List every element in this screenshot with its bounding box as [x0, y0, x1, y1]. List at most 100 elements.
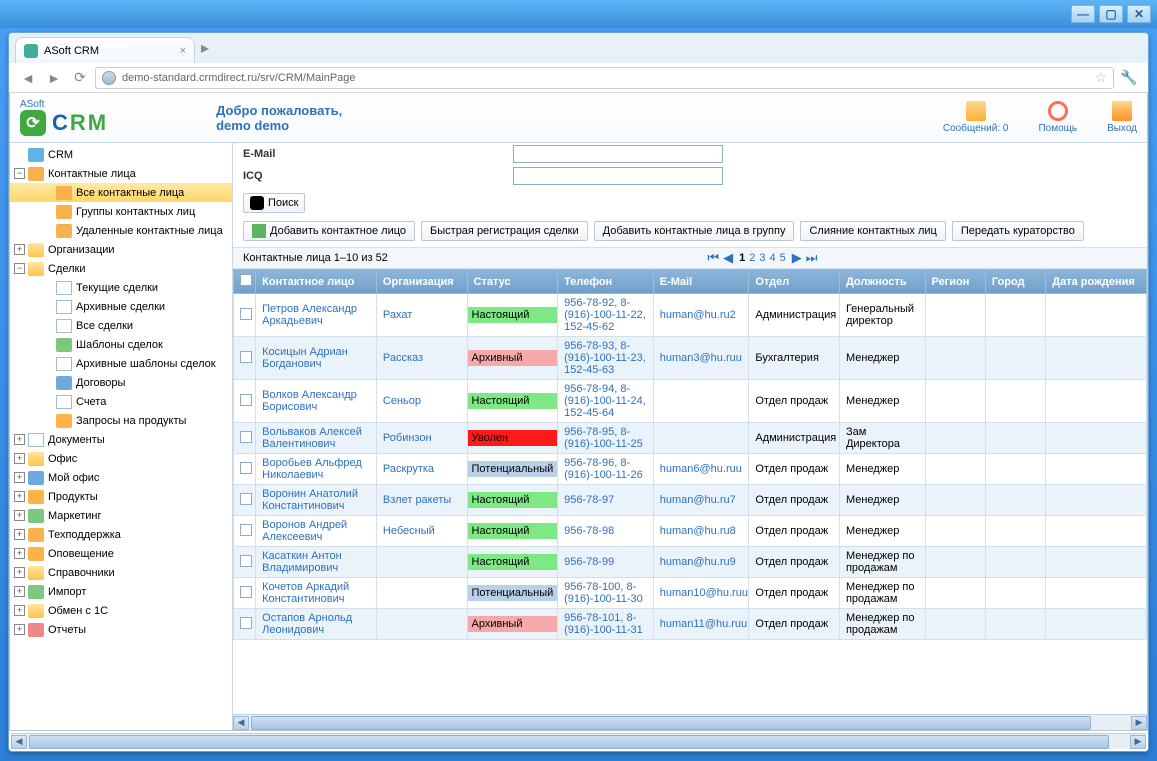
settings-icon[interactable]: 🔧 [1118, 67, 1140, 89]
row-checkbox[interactable] [240, 431, 252, 443]
contact-link[interactable]: Остапов Арнольд Леонидович [262, 612, 352, 636]
sidebar-item-Техподдержка[interactable]: +Техподдержка [10, 525, 232, 544]
contact-link[interactable]: Петров Александр Аркадьевич [262, 303, 357, 327]
email-field[interactable] [513, 145, 723, 163]
action-button-1[interactable]: Быстрая регистрация сделки [421, 221, 588, 241]
phone-link[interactable]: 956-78-101, 8-(916)-100-11-31 [564, 612, 643, 636]
select-all-checkbox[interactable] [240, 274, 252, 286]
org-link[interactable]: Рассказ [383, 352, 423, 364]
pager-page-4[interactable]: 4 [769, 252, 775, 264]
sidebar-item-contacts-0[interactable]: Все контактные лица [10, 183, 232, 202]
contact-link[interactable]: Кочетов Аркадий Константинович [262, 581, 349, 605]
org-link[interactable]: Небесный [383, 525, 435, 537]
bookmark-icon[interactable]: ☆ [1094, 69, 1107, 86]
tree-toggle-icon[interactable]: + [14, 434, 25, 445]
col-Регион[interactable]: Регион [925, 270, 985, 294]
new-tab-icon[interactable]: ▸ [201, 38, 209, 58]
email-link[interactable]: human@hu.ru9 [660, 556, 736, 568]
email-link[interactable]: human10@hu.ruu [660, 587, 748, 599]
sidebar-item-deals-5[interactable]: Договоры [10, 373, 232, 392]
contact-link[interactable]: Касаткин Антон Владимирович [262, 550, 342, 574]
forward-button[interactable]: ► [43, 67, 65, 89]
tree-toggle-icon[interactable]: − [14, 263, 25, 274]
contact-link[interactable]: Вольваков Алексей Валентинович [262, 426, 362, 450]
col-E-Mail[interactable]: E-Mail [653, 270, 749, 294]
pager-first[interactable]: ⏮ [707, 250, 719, 266]
tree-toggle-icon[interactable]: + [14, 529, 25, 540]
sidebar-item-deals-7[interactable]: Запросы на продукты [10, 411, 232, 430]
contact-link[interactable]: Косицын Адриан Богданович [262, 346, 348, 370]
sidebar-item-orgs[interactable]: +Организации [10, 240, 232, 259]
org-link[interactable]: Робинзон [383, 432, 432, 444]
outer-scrollbar[interactable]: ◀ ▶ [11, 733, 1146, 749]
phone-link[interactable]: 956-78-100, 8-(916)-100-11-30 [564, 581, 643, 605]
tree-toggle-icon[interactable]: + [14, 491, 25, 502]
sidebar-item-deals-2[interactable]: Все сделки [10, 316, 232, 335]
help-button[interactable]: Помощь [1038, 101, 1077, 134]
minimize-button[interactable]: — [1071, 5, 1095, 23]
back-button[interactable]: ◄ [17, 67, 39, 89]
org-link[interactable]: Рахат [383, 309, 412, 321]
sidebar-item-Документы[interactable]: +Документы [10, 430, 232, 449]
sidebar-item-Маркетинг[interactable]: +Маркетинг [10, 506, 232, 525]
pager-page-2[interactable]: 2 [749, 252, 755, 264]
contact-link[interactable]: Воробьев Альфред Николаевич [262, 457, 362, 481]
col-Контактное лицо[interactable]: Контактное лицо [256, 270, 377, 294]
row-checkbox[interactable] [240, 555, 252, 567]
col-Отдел[interactable]: Отдел [749, 270, 840, 294]
scroll-left-icon[interactable]: ◀ [233, 716, 249, 730]
pager-prev[interactable]: ◀ [723, 250, 733, 266]
sidebar-item-deals-6[interactable]: Счета [10, 392, 232, 411]
sidebar-item-Отчеты[interactable]: +Отчеты [10, 620, 232, 639]
col-Город[interactable]: Город [985, 270, 1045, 294]
search-button[interactable]: Поиск [243, 193, 305, 213]
tree-toggle-icon[interactable]: + [14, 624, 25, 635]
org-link[interactable]: Раскрутка [383, 463, 434, 475]
phone-link[interactable]: 956-78-93, 8-(916)-100-11-23, 152-45-63 [564, 340, 646, 376]
col-Должность[interactable]: Должность [839, 270, 925, 294]
maximize-button[interactable]: ▢ [1099, 5, 1123, 23]
phone-link[interactable]: 956-78-94, 8-(916)-100-11-24, 152-45-64 [564, 383, 646, 419]
url-bar[interactable]: demo-standard.crmdirect.ru/srv/CRM/MainP… [95, 67, 1114, 89]
org-link[interactable]: Взлет ракеты [383, 494, 451, 506]
tree-toggle-icon[interactable]: + [14, 510, 25, 521]
sidebar-item-Офис[interactable]: +Офис [10, 449, 232, 468]
contact-link[interactable]: Воронов Андрей Алексеевич [262, 519, 347, 543]
outer-scroll-right-icon[interactable]: ▶ [1130, 735, 1146, 749]
reload-button[interactable]: ⟳ [69, 67, 91, 89]
messages-button[interactable]: Сообщений: 0 [943, 101, 1009, 134]
email-link[interactable]: human6@hu.ruu [660, 463, 742, 475]
inner-scrollbar[interactable]: ◀ ▶ [233, 714, 1147, 730]
sidebar-item-Оповещение[interactable]: +Оповещение [10, 544, 232, 563]
email-link[interactable]: human@hu.ru7 [660, 494, 736, 506]
scroll-right-icon[interactable]: ▶ [1131, 716, 1147, 730]
phone-link[interactable]: 956-78-96, 8-(916)-100-11-26 [564, 457, 643, 481]
row-checkbox[interactable] [240, 524, 252, 536]
pager-page-5[interactable]: 5 [780, 252, 786, 264]
phone-link[interactable]: 956-78-98 [564, 525, 614, 537]
sidebar-item-deals-1[interactable]: Архивные сделки [10, 297, 232, 316]
sidebar-item-deals[interactable]: −Сделки [10, 259, 232, 278]
email-link[interactable]: human@hu.ru8 [660, 525, 736, 537]
tree-toggle-icon[interactable]: − [14, 168, 25, 179]
col-Статус[interactable]: Статус [467, 270, 558, 294]
pager-next[interactable]: ▶ [792, 250, 802, 266]
email-link[interactable]: human@hu.ru2 [660, 309, 736, 321]
tree-toggle-icon[interactable]: + [14, 453, 25, 464]
tab-close-icon[interactable]: × [180, 45, 186, 57]
phone-link[interactable]: 956-78-97 [564, 494, 614, 506]
col-Дата рождения[interactable]: Дата рождения [1046, 270, 1147, 294]
sidebar-item-deals-4[interactable]: Архивные шаблоны сделок [10, 354, 232, 373]
action-button-3[interactable]: Слияние контактных лиц [800, 221, 945, 241]
exit-button[interactable]: Выход [1107, 101, 1137, 134]
close-button[interactable]: ✕ [1127, 5, 1151, 23]
icq-field[interactable] [513, 167, 723, 185]
action-button-0[interactable]: Добавить контактное лицо [243, 221, 415, 241]
tree-toggle-icon[interactable]: + [14, 548, 25, 559]
scroll-thumb[interactable] [251, 716, 1091, 730]
col-Организация[interactable]: Организация [376, 270, 467, 294]
sidebar-item-deals-3[interactable]: Шаблоны сделок [10, 335, 232, 354]
sidebar-item-Импорт[interactable]: +Импорт [10, 582, 232, 601]
sidebar-item-deals-0[interactable]: Текущие сделки [10, 278, 232, 297]
sidebar-item-Продукты[interactable]: +Продукты [10, 487, 232, 506]
